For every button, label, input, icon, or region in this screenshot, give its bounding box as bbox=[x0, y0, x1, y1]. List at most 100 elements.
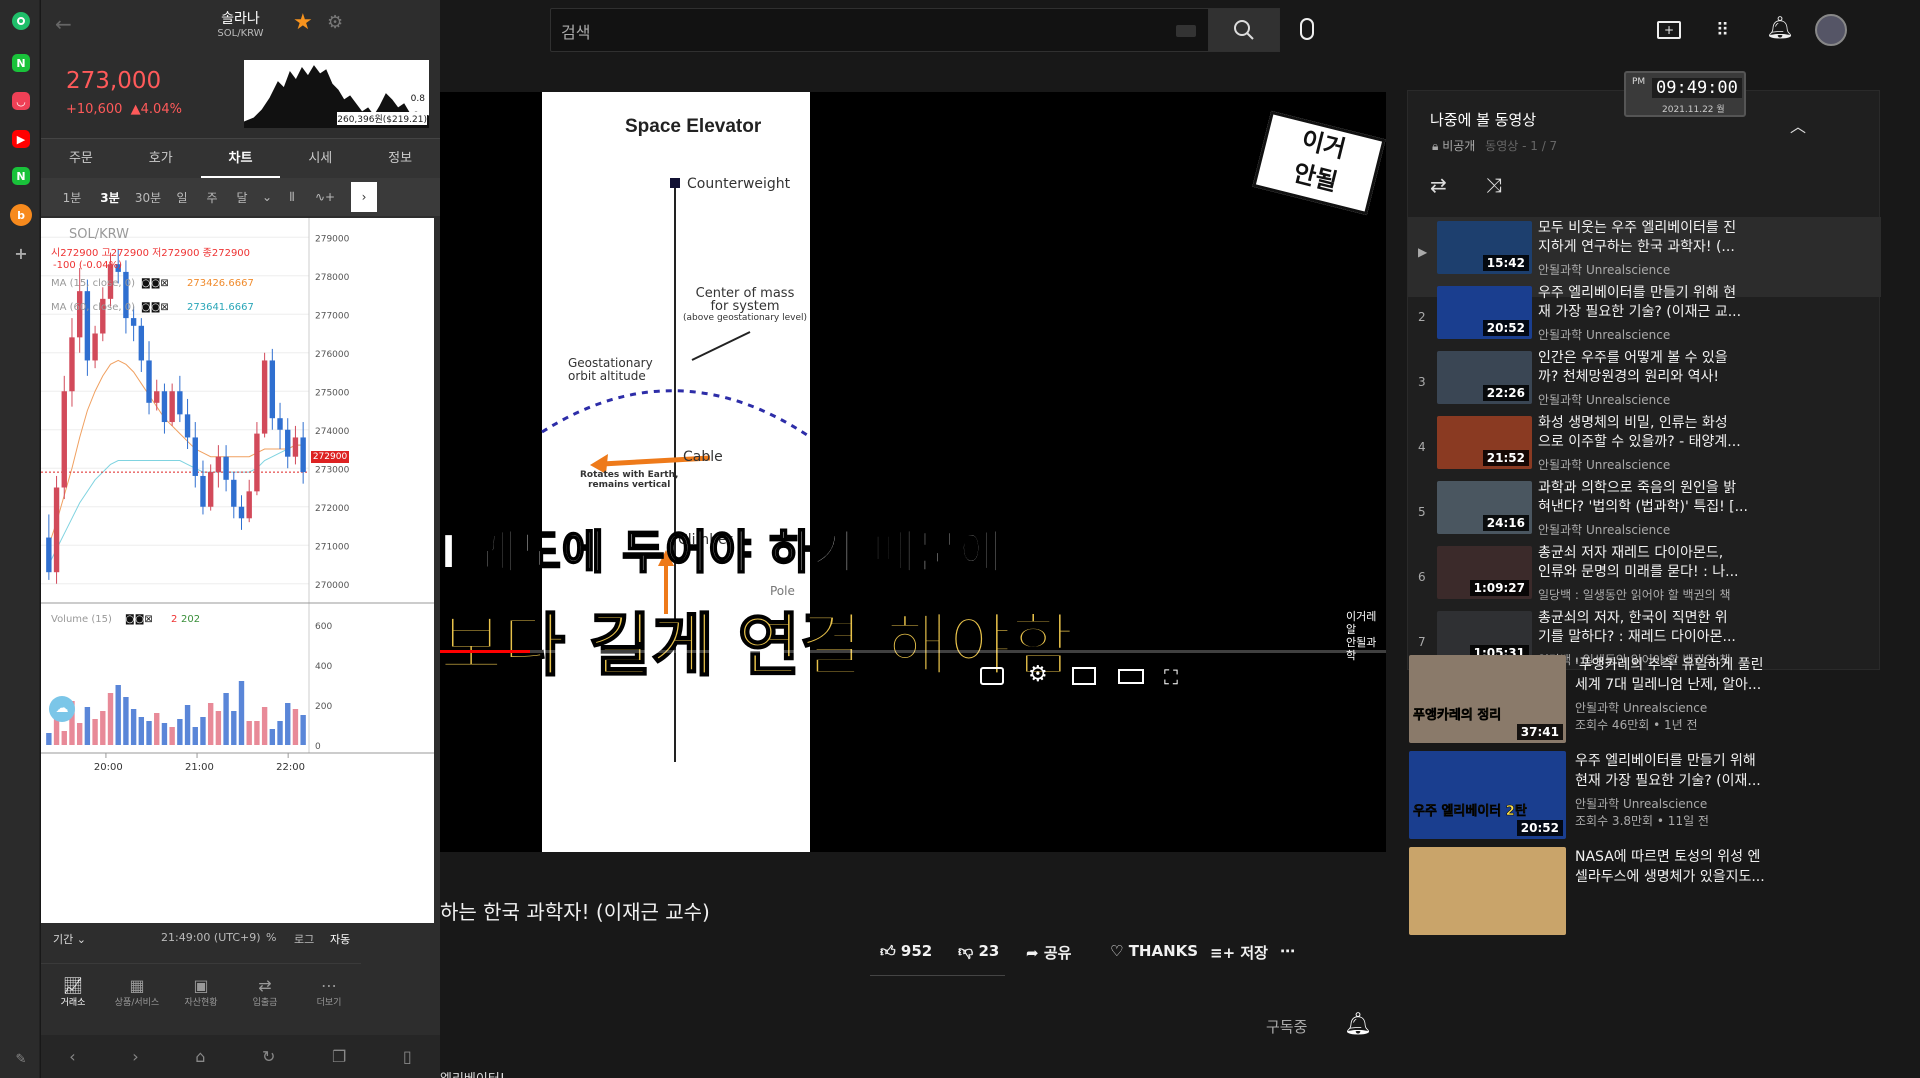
playlist-title[interactable]: 나중에 볼 동영상 bbox=[1430, 109, 1536, 130]
tab-market[interactable]: 시세 bbox=[280, 139, 360, 178]
pin-icon[interactable]: ✎ bbox=[12, 1050, 30, 1068]
playlist-thumbnail[interactable]: 1:09:27 bbox=[1437, 546, 1532, 599]
search-button[interactable] bbox=[1208, 8, 1280, 52]
recommended-video[interactable]: 우주 엘리베이터 2탄 20:52 우주 엘리베이터를 만들기 위해 현재 가장 … bbox=[1407, 751, 1880, 841]
mobile-icon[interactable]: ▯ bbox=[403, 1047, 412, 1066]
avatar[interactable] bbox=[1815, 14, 1847, 46]
tab-order[interactable]: 주문 bbox=[41, 139, 121, 178]
interval-day[interactable]: 일 bbox=[167, 189, 197, 206]
refresh-icon[interactable]: ↻ bbox=[262, 1047, 275, 1066]
tab-orderbook[interactable]: 호가 bbox=[121, 139, 201, 178]
tabs-icon[interactable]: ❐ bbox=[332, 1047, 346, 1066]
playlist-item-channel[interactable]: 안될과학 Unrealscience bbox=[1538, 261, 1670, 278]
settings-icon[interactable]: ⚙ bbox=[1028, 662, 1048, 687]
playlist-thumbnail[interactable]: 22:26 bbox=[1437, 351, 1532, 404]
recommended-video[interactable]: NASA에 따르면 토성의 위성 엔 셀라두스에 생명체가 있을지도... bbox=[1407, 847, 1880, 937]
candle-type-icon[interactable]: ⫴ bbox=[277, 190, 307, 205]
recommended-channel[interactable]: 안될과학 Unrealscience bbox=[1575, 699, 1707, 716]
more-actions-icon[interactable]: ⋯ bbox=[1280, 942, 1295, 960]
playlist-item-channel[interactable]: 안될과학 Unrealscience bbox=[1538, 521, 1670, 538]
fullscreen-icon[interactable]: ⛶ bbox=[1164, 665, 1178, 689]
playlist-item-channel[interactable]: 안될과학 Unrealscience bbox=[1538, 456, 1670, 473]
playlist-thumbnail[interactable]: 24:16 bbox=[1437, 481, 1532, 534]
video-thumbnail[interactable]: 푸앵카레의 정리 37:41 bbox=[1409, 655, 1566, 743]
pct-toggle[interactable]: % bbox=[266, 931, 276, 944]
tab-chart[interactable]: 차트 bbox=[200, 139, 281, 178]
loop-icon[interactable]: ⇄ bbox=[1430, 173, 1447, 197]
playlist-item-channel[interactable]: 일당백 : 일생동안 읽어야 할 백권의 책 bbox=[1538, 586, 1731, 603]
nav-assets[interactable]: ▣ 자산현황 bbox=[169, 976, 233, 1021]
recommended-title[interactable]: 우주 엘리베이터를 만들기 위해 현재 가장 필요한 기술? (이재... bbox=[1575, 751, 1761, 791]
coin-name[interactable]: 솔라나 bbox=[41, 8, 440, 28]
nav-exchange[interactable]: 📈︎ 거래소 bbox=[41, 976, 105, 1021]
playlist-thumbnail[interactable]: 20:52 bbox=[1437, 286, 1532, 339]
theater-icon[interactable] bbox=[1118, 669, 1144, 684]
gear-icon[interactable]: ⚙ bbox=[327, 12, 343, 33]
playlist-item-title[interactable]: 우주 엘리베이터를 만들기 위해 현재 가장 필요한 기술? (이재근 교... bbox=[1538, 284, 1741, 322]
playlist-thumbnail[interactable]: 21:52 bbox=[1437, 416, 1532, 469]
video-thumbnail[interactable]: 우주 엘리베이터 2탄 20:52 bbox=[1409, 751, 1566, 839]
miniplayer-icon[interactable] bbox=[1072, 667, 1096, 685]
playlist-item-title[interactable]: 총균쇠의 저자, 한국이 직면한 위 기를 말하다? : 재레드 다이아몬... bbox=[1538, 609, 1736, 647]
playlist-item-channel[interactable]: 안될과학 Unrealscience bbox=[1538, 326, 1670, 343]
dislike-button[interactable]: 👎︎ 23 bbox=[958, 942, 999, 961]
playlist-item-title[interactable]: 총균쇠 저자 재레드 다이아몬드, 인류와 문명의 미래를 묻다! : 나... bbox=[1538, 544, 1739, 582]
log-toggle[interactable]: 로그 bbox=[294, 931, 314, 947]
forward-icon[interactable]: › bbox=[132, 1047, 138, 1066]
apps-icon[interactable]: ⠿ bbox=[1716, 20, 1729, 41]
chevron-down-icon[interactable]: ⌄ bbox=[257, 190, 277, 204]
video-player[interactable]: Space Elevator Counterweight Center of m… bbox=[440, 92, 1386, 852]
like-button[interactable]: 👍︎ 952 bbox=[880, 942, 932, 961]
interval-1m[interactable]: 1분 bbox=[53, 189, 91, 206]
interval-month[interactable]: 달 bbox=[227, 189, 257, 206]
star-icon[interactable]: ★ bbox=[293, 10, 313, 35]
playlist-item-title[interactable]: 과학과 의학으로 죽음의 원인을 밝 혀낸다? '법의학 (법과학)' 특집! [… bbox=[1538, 479, 1748, 517]
notification-bell-icon[interactable]: 🔔︎ bbox=[1344, 1012, 1372, 1037]
indicator-icon[interactable]: ∿+ bbox=[307, 190, 343, 204]
pocket-icon[interactable]: ◡ bbox=[12, 92, 30, 110]
home-icon[interactable]: ⌂ bbox=[195, 1047, 205, 1066]
add-icon[interactable]: + bbox=[12, 244, 30, 263]
period-select[interactable]: 기간 ⌄ bbox=[53, 931, 86, 947]
collapse-icon[interactable]: ︿ bbox=[1790, 113, 1806, 137]
nav-more[interactable]: ⋯ 더보기 bbox=[297, 976, 361, 1021]
share-button[interactable]: ➦ 공유 bbox=[1026, 942, 1071, 963]
tab-info[interactable]: 정보 bbox=[360, 139, 440, 178]
create-video-icon[interactable]: + bbox=[1657, 21, 1681, 39]
auto-toggle[interactable]: 자동 bbox=[330, 931, 350, 947]
interval-week[interactable]: 주 bbox=[197, 189, 227, 206]
recommended-title[interactable]: '푸앵카레의 추측' 유일하게 풀린 세계 7대 밀레니엄 난제, 알아... bbox=[1575, 655, 1764, 695]
recommended-video[interactable]: 푸앵카레의 정리 37:41 '푸앵카레의 추측' 유일하게 풀린 세계 7대 밀… bbox=[1407, 655, 1880, 745]
nav-products[interactable]: ▦ 상품/서비스 bbox=[105, 976, 169, 1021]
playlist-item-title[interactable]: 모두 비웃는 우주 엘리베이터를 진 지하게 연구하는 한국 과학자! (... bbox=[1538, 219, 1736, 257]
candlestick-chart[interactable]: 279000 278000 277000 276000 275000 274000 2730… bbox=[41, 218, 434, 923]
keyboard-icon[interactable] bbox=[1176, 25, 1196, 37]
chevron-right-icon[interactable]: › bbox=[351, 182, 377, 212]
subtitles-icon[interactable] bbox=[980, 667, 1004, 685]
naver-icon[interactable]: N bbox=[12, 54, 30, 72]
bell-icon[interactable]: 🔔︎ bbox=[1766, 16, 1794, 41]
green-circle-icon[interactable] bbox=[12, 12, 30, 30]
thanks-button[interactable]: ♡ THANKS bbox=[1110, 942, 1198, 960]
interval-3m[interactable]: 3분 bbox=[91, 189, 129, 206]
mic-icon[interactable] bbox=[1300, 18, 1314, 40]
video-thumbnail[interactable] bbox=[1409, 847, 1566, 935]
playlist-thumbnail[interactable]: 15:42 bbox=[1437, 221, 1532, 274]
shuffle-icon[interactable]: ⤨ bbox=[1486, 173, 1502, 197]
playlist-item-title[interactable]: 인간은 우주를 어떻게 볼 수 있을 까? 천체망원경의 원리와 역사! bbox=[1538, 349, 1728, 387]
subscribed-button[interactable]: 구독중 bbox=[1266, 1016, 1307, 1037]
nav-transfer[interactable]: ⇄ 입출금 bbox=[233, 976, 297, 1021]
search-input[interactable]: 검색 bbox=[561, 19, 590, 43]
progress-bar[interactable] bbox=[440, 650, 1386, 653]
save-button[interactable]: ≡+ 저장 bbox=[1210, 942, 1268, 963]
back-icon[interactable]: ‹ bbox=[69, 1047, 75, 1066]
recommended-channel[interactable]: 안될과학 Unrealscience bbox=[1575, 795, 1707, 812]
search-box[interactable]: 검색 bbox=[550, 8, 1212, 52]
playlist-item-title[interactable]: 화성 생명체의 비밀, 인류는 화성 으로 이주할 수 있을까? - 태양계... bbox=[1538, 414, 1741, 452]
recommended-title[interactable]: NASA에 따르면 토성의 위성 엔 셀라두스에 생명체가 있을지도... bbox=[1575, 847, 1765, 887]
youtube-icon[interactable]: ▶ bbox=[12, 130, 30, 148]
interval-30m[interactable]: 30분 bbox=[129, 189, 167, 206]
cloud-icon[interactable]: ☁ bbox=[49, 696, 75, 722]
playlist-item-channel[interactable]: 안될과학 Unrealscience bbox=[1538, 391, 1670, 408]
naver-icon[interactable]: N bbox=[12, 167, 30, 185]
